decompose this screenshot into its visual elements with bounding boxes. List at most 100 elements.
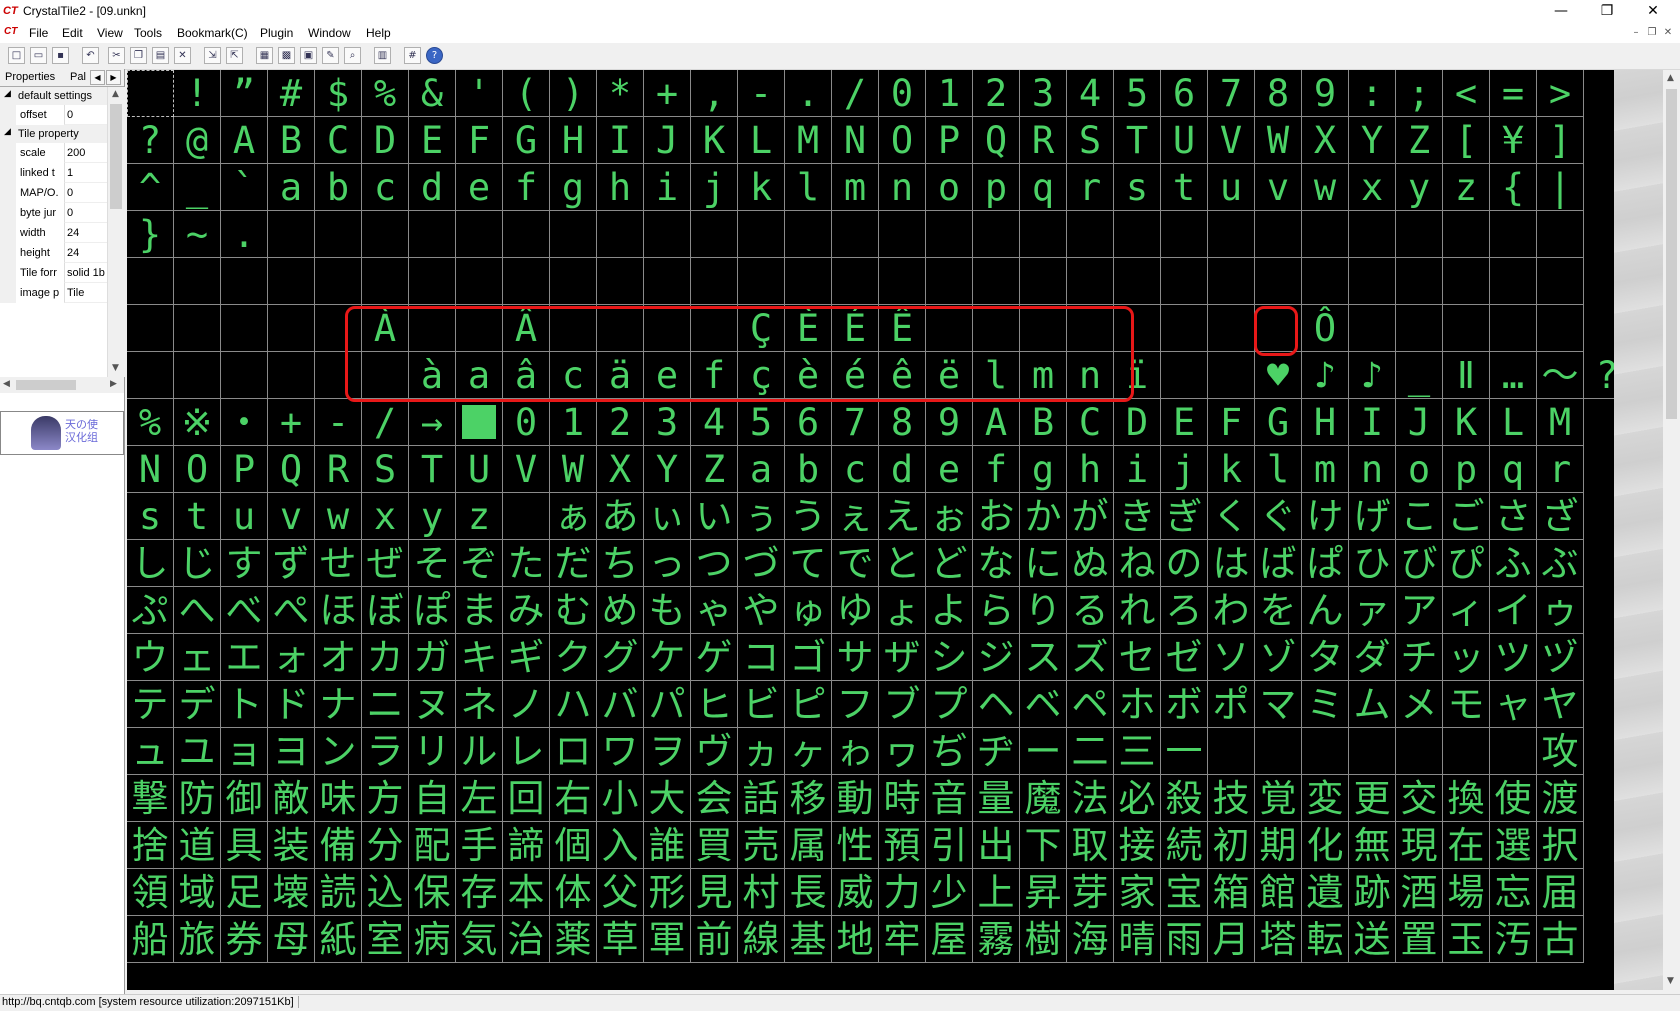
prop-row[interactable]: MAP/O. 0 xyxy=(0,183,107,203)
tile-cell[interactable]: 音 xyxy=(926,775,973,822)
tile-cell[interactable]: 汚 xyxy=(1490,916,1537,963)
collapse-icon[interactable]: ◢ xyxy=(4,126,11,137)
tile-cell[interactable]: 右 xyxy=(550,775,597,822)
tile-cell[interactable] xyxy=(597,211,644,258)
tile-cell[interactable]: B xyxy=(268,117,315,164)
tile-cell[interactable]: ・ xyxy=(221,399,268,446)
tile-cell[interactable]: 8 xyxy=(879,399,926,446)
tile-cell[interactable]: ナ xyxy=(315,681,362,728)
tile-cell[interactable]: E xyxy=(409,117,456,164)
tile-cell[interactable]: u xyxy=(1208,164,1255,211)
tile-cell[interactable]: 跡 xyxy=(1349,869,1396,916)
tile-cell[interactable]: わ xyxy=(1208,587,1255,634)
tile-cell[interactable]: 壊 xyxy=(268,869,315,916)
tile-cell[interactable]: V xyxy=(1208,117,1255,164)
tile-cell[interactable]: ガ xyxy=(409,634,456,681)
tile-cell[interactable] xyxy=(597,258,644,305)
tile-cell[interactable]: j xyxy=(1161,446,1208,493)
tile-cell[interactable] xyxy=(1443,305,1490,352)
tile-cell[interactable]: : xyxy=(1349,70,1396,117)
tile-cell[interactable]: ギ xyxy=(503,634,550,681)
tile-cell[interactable]: 装 xyxy=(268,822,315,869)
tile-cell[interactable] xyxy=(550,211,597,258)
tile-cell[interactable]: 道 xyxy=(174,822,221,869)
tile-cell[interactable]: 屋 xyxy=(926,916,973,963)
tile-cell[interactable]: 使 xyxy=(1490,775,1537,822)
tile-cell[interactable]: 6 xyxy=(1161,70,1208,117)
tile-cell[interactable]: 線 xyxy=(738,916,785,963)
tile-cell[interactable]: 会 xyxy=(691,775,738,822)
tile-cell[interactable]: 技 xyxy=(1208,775,1255,822)
tile-cell[interactable]: 方 xyxy=(362,775,409,822)
tile-cell[interactable]: 換 xyxy=(1443,775,1490,822)
scroll-thumb[interactable] xyxy=(16,380,76,390)
tile-cell[interactable] xyxy=(973,258,1020,305)
tile-cell[interactable]: ハ xyxy=(550,681,597,728)
tile-cell[interactable]: ヂ xyxy=(973,728,1020,775)
scroll-thumb[interactable] xyxy=(1666,89,1677,419)
tile-cell[interactable]: ビ xyxy=(738,681,785,728)
tile-cell[interactable]: > xyxy=(1537,70,1584,117)
tile-cell[interactable]: ♪ xyxy=(1349,352,1396,399)
tile-cell[interactable]: S xyxy=(1067,117,1114,164)
copy-icon[interactable]: ❐ xyxy=(130,47,147,64)
prop-value[interactable]: 0 xyxy=(64,203,107,223)
tile-cell[interactable]: と xyxy=(879,540,926,587)
tile-cell[interactable]: 化 xyxy=(1302,822,1349,869)
tile-cell[interactable]: ニ xyxy=(362,681,409,728)
tile-cell[interactable]: を xyxy=(1255,587,1302,634)
tile-cell[interactable]: p xyxy=(973,164,1020,211)
tile-cell[interactable]: ェ xyxy=(174,634,221,681)
tile-cell[interactable]: o xyxy=(926,164,973,211)
tile-cell[interactable]: a xyxy=(268,164,315,211)
tile-cell[interactable]: づ xyxy=(738,540,785,587)
tile-cell[interactable]: ち xyxy=(597,540,644,587)
tile-cell[interactable]: 旅 xyxy=(174,916,221,963)
mdi-close-icon[interactable]: ✕ xyxy=(1660,27,1676,38)
tile-cell[interactable]: ホ xyxy=(1114,681,1161,728)
tile-cell[interactable]: 樹 xyxy=(1020,916,1067,963)
tile-cell[interactable]: o xyxy=(1396,446,1443,493)
tile-cell[interactable] xyxy=(221,352,268,399)
tile-cell[interactable] xyxy=(221,305,268,352)
tile-cell[interactable]: 魔 xyxy=(1020,775,1067,822)
tile-cell[interactable]: J xyxy=(1396,399,1443,446)
tile-cell[interactable]: 村 xyxy=(738,869,785,916)
tile-cell[interactable]: 室 xyxy=(362,916,409,963)
tile-cell[interactable] xyxy=(174,352,221,399)
tile-cell[interactable]: ほ xyxy=(315,587,362,634)
tile-cell[interactable] xyxy=(550,258,597,305)
tile-cell[interactable]: 箱 xyxy=(1208,869,1255,916)
tile-cell[interactable]: ! xyxy=(174,70,221,117)
tile-cell[interactable]: w xyxy=(315,493,362,540)
tile-cell[interactable]: y xyxy=(1396,164,1443,211)
tile-cell[interactable]: 必 xyxy=(1114,775,1161,822)
tile-cell[interactable]: = xyxy=(1490,70,1537,117)
tile-cell[interactable] xyxy=(268,352,315,399)
tile-cell[interactable]: 具 xyxy=(221,822,268,869)
tile-cell[interactable]: O xyxy=(174,446,221,493)
tile-cell[interactable]: - xyxy=(315,399,362,446)
tile-cell[interactable]: ぱ xyxy=(1302,540,1349,587)
tile-cell[interactable]: 8 xyxy=(1255,70,1302,117)
tile-cell[interactable]: ダ xyxy=(1349,634,1396,681)
canvas-vscrollbar[interactable]: ▲ ▼ xyxy=(1663,70,1680,990)
tile-cell[interactable] xyxy=(1208,258,1255,305)
prop-value[interactable]: 0 xyxy=(64,183,107,203)
tile-cell[interactable]: そ xyxy=(409,540,456,587)
tile-cell[interactable]: ワ xyxy=(597,728,644,775)
tile-cell[interactable]: % xyxy=(362,70,409,117)
tile-cell[interactable]: び xyxy=(1396,540,1443,587)
tile-cell[interactable]: ゎ xyxy=(832,728,879,775)
tile-cell[interactable] xyxy=(1537,211,1584,258)
tile-cell[interactable]: Z xyxy=(1396,117,1443,164)
prop-value[interactable]: solid 1b xyxy=(64,263,107,283)
tile-cell[interactable]: 敵 xyxy=(268,775,315,822)
tile-cell[interactable]: . xyxy=(785,70,832,117)
tile-cell[interactable]: フ xyxy=(832,681,879,728)
tile-cell[interactable]: ` xyxy=(221,164,268,211)
tile-cell[interactable]: ケ xyxy=(644,634,691,681)
tile-cell[interactable] xyxy=(973,211,1020,258)
tile-cell[interactable]: う xyxy=(785,493,832,540)
tile-cell[interactable]: 形 xyxy=(644,869,691,916)
